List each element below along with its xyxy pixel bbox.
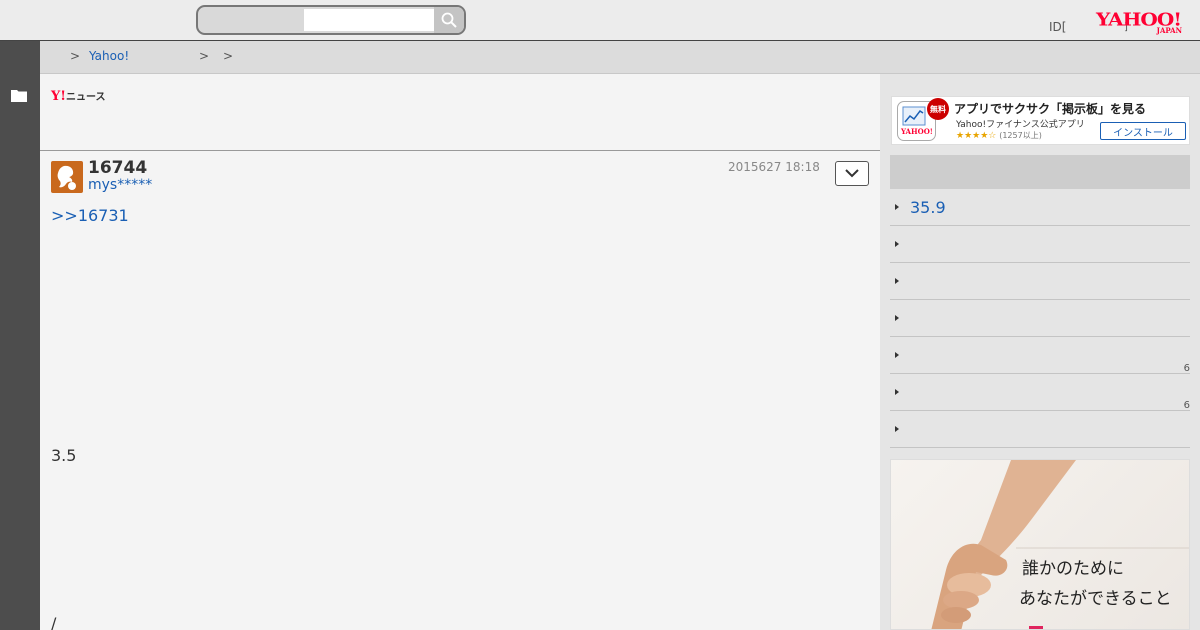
- rating-count: (1257以上): [999, 131, 1042, 140]
- search-icon: [441, 12, 457, 28]
- sidebar-item[interactable]: 35.9: [890, 189, 1190, 226]
- breadcrumb: > Yahoo! > >: [40, 41, 1200, 74]
- post-body-text: /: [51, 614, 57, 630]
- breadcrumb-link-yahoo[interactable]: Yahoo!: [89, 49, 129, 63]
- breadcrumb-separator: >: [199, 49, 210, 63]
- search-box: [196, 5, 466, 35]
- bullet-icon: [895, 315, 899, 321]
- sidebar: YAHOO! 無料 アプリでサクサク「掲示板」を見る Yahoo!ファイナンス公…: [880, 74, 1200, 630]
- post-menu-button[interactable]: [835, 161, 869, 186]
- bullet-icon: [895, 278, 899, 284]
- left-rail: [0, 41, 40, 630]
- user-silhouette-icon: [57, 165, 76, 190]
- sidebar-item[interactable]: [890, 411, 1190, 448]
- news-logo-label: ニュース: [66, 92, 106, 103]
- search-button[interactable]: [434, 7, 464, 33]
- top-bar: ID[ ] YAHOO! JAPAN: [0, 0, 1200, 41]
- reply-link[interactable]: >>16731: [51, 206, 129, 225]
- news-logo-mark: Y!: [51, 89, 66, 104]
- bullet-icon: [895, 204, 899, 210]
- sidebar-item[interactable]: [890, 263, 1190, 300]
- folder-icon[interactable]: [11, 89, 27, 102]
- bullet-icon: [895, 426, 899, 432]
- avatar[interactable]: [51, 161, 83, 193]
- sidebar-item[interactable]: [890, 226, 1190, 263]
- bullet-icon: [895, 241, 899, 247]
- ad-banner[interactable]: 誰かのために あなたができること: [890, 459, 1190, 630]
- banner-headline: あなたができること: [1019, 589, 1172, 609]
- app-promo-banner[interactable]: YAHOO! 無料 アプリでサクサク「掲示板」を見る Yahoo!ファイナンス公…: [891, 96, 1190, 145]
- sidebar-item[interactable]: 6: [890, 374, 1190, 411]
- post-body-text: 3.5: [51, 446, 77, 465]
- sidebar-section-header: [890, 155, 1190, 189]
- install-button[interactable]: インストール: [1100, 122, 1186, 140]
- chevron-down-icon: [845, 169, 859, 178]
- breadcrumb-separator: >: [223, 49, 234, 63]
- app-rating: ★★★★☆ (1257以上): [956, 130, 1042, 141]
- banner-headline: 誰かのために: [1022, 559, 1124, 579]
- sidebar-item-count: 6: [1183, 400, 1190, 411]
- yahoo-japan-logo[interactable]: YAHOO! JAPAN: [1096, 9, 1188, 37]
- app-promo-subtitle: Yahoo!ファイナンス公式アプリ: [956, 120, 1085, 130]
- sidebar-item[interactable]: 6: [890, 337, 1190, 374]
- free-badge: 無料: [927, 98, 949, 120]
- sidebar-item-label: 35.9: [910, 198, 946, 217]
- yahoo-news-logo[interactable]: Y!ニュース: [51, 88, 106, 104]
- sidebar-item-count: 6: [1183, 363, 1190, 374]
- post-date: 2015627 18:18: [728, 160, 820, 174]
- post-username[interactable]: mys*****: [88, 177, 152, 193]
- login-id-text[interactable]: ID[: [1049, 20, 1066, 34]
- sidebar-item[interactable]: [890, 300, 1190, 337]
- post-number: 16744: [88, 158, 148, 178]
- divider: [40, 150, 880, 151]
- search-input[interactable]: [304, 9, 434, 31]
- logo-sub-text: JAPAN: [1156, 26, 1182, 35]
- app-promo-title: アプリでサクサク「掲示板」を見る: [954, 102, 1147, 116]
- main-content: Y!ニュース 16744 mys***** 2015627 18:18 >>16…: [40, 74, 880, 630]
- breadcrumb-separator: >: [70, 49, 81, 63]
- bullet-icon: [895, 352, 899, 358]
- app-icon-logo: YAHOO!: [901, 127, 933, 136]
- star-rating-icon: ★★★★☆: [956, 131, 997, 141]
- bullet-icon: [895, 389, 899, 395]
- sidebar-list: 35.9 6 6: [890, 189, 1190, 448]
